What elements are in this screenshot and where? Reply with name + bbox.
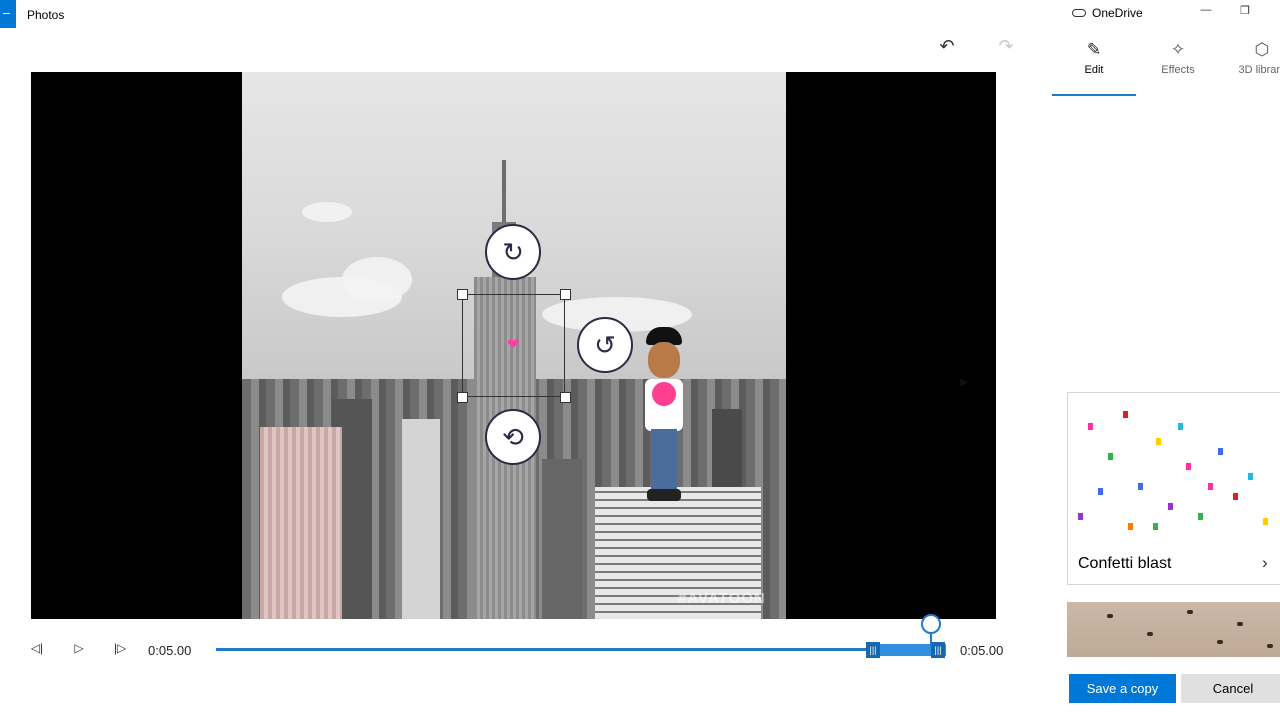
avatar-head [648,342,680,378]
confetti-piece [1128,523,1133,530]
current-time: 0:05.00 [148,643,192,658]
particle [1267,644,1273,648]
end-time: 0:05.00 [960,643,1004,658]
app-title: Photos [27,8,65,22]
building-spire [502,160,506,230]
particle [1147,632,1153,636]
tab-label: Edit [1084,64,1104,76]
confetti-piece [1248,473,1253,480]
save-copy-button[interactable]: Save a copy [1069,674,1176,703]
building [260,427,342,619]
play-button[interactable]: ▷ [71,641,87,659]
tab-label: Effects [1161,64,1195,76]
confetti-piece [1123,411,1128,418]
confetti-piece [1218,448,1223,455]
effect-card-confetti[interactable]: Confetti blast › [1067,392,1280,585]
cloud [302,202,352,222]
cloud [342,257,412,302]
scrubber-pin [930,633,933,647]
restore-icon: ❐ [1240,5,1250,17]
step-forward-icon: |▷ [113,641,127,655]
redo-button[interactable]: ↷ [993,34,1019,58]
resize-handle[interactable] [560,392,571,403]
rotate-3d-control[interactable]: ↻ [485,224,541,280]
title-bar: Photos [0,0,1052,30]
previous-frame-button[interactable]: ◁| [29,641,45,659]
undo-button[interactable]: ↶ [934,34,960,58]
photos-app: Photos ↶ ↷ #AVATOON ↻ ↺ ⟲ ❤ ◁| ▷ |▷ 0:05… [0,0,1280,720]
mouse-cursor-icon: ➤ [957,374,969,390]
confetti-piece [1186,463,1191,470]
playhead-scrubber[interactable] [921,614,942,634]
confetti-piece [1233,493,1238,500]
tab-edit[interactable]: ✎ Edit [1052,40,1136,76]
rotate-vertical-control[interactable]: ↺ [577,317,633,373]
effect-card-preview[interactable] [1067,602,1280,657]
sparkle-icon: ✧ [1170,40,1186,59]
confetti-piece [1208,483,1213,490]
confetti-piece [1263,518,1268,525]
active-tab-indicator [1052,94,1136,96]
confetti-piece [1178,423,1183,430]
pencil-icon: ✎ [1086,40,1102,59]
confetti-piece [1078,513,1083,520]
cancel-button[interactable]: Cancel [1181,674,1280,703]
trim-end-handle[interactable]: ||| [931,642,945,658]
rotate-horizontal-control[interactable]: ⟲ [485,409,541,465]
onedrive-account[interactable]: OneDrive [1072,6,1143,20]
video-preview[interactable]: #AVATOON ↻ ↺ ⟲ ❤ [31,72,996,619]
particle [1237,622,1243,626]
confetti-piece [1198,513,1203,520]
building [542,459,582,619]
avatar-shoes [647,489,681,501]
confetti-piece [1153,523,1158,530]
resize-handle[interactable] [457,289,468,300]
particle [1187,610,1193,614]
building [402,419,440,619]
tab-label: 3D library [1238,64,1280,76]
avatar-jeans [651,429,677,491]
confetti-piece [1108,453,1113,460]
restore-button[interactable]: ❐ [1237,4,1253,22]
particle [1107,614,1113,618]
minimize-button[interactable]: — [1198,4,1214,22]
flower-bouquet [652,382,676,406]
effects-panel: OneDrive — ❐ ✎ Edit ✧ Effects ⬡ 3D libra… [1052,0,1280,720]
undo-icon: ↶ [939,35,955,56]
cube-icon: ⬡ [1254,40,1270,59]
chevron-right-icon: › [1262,553,1268,572]
confetti-thumbnail [1068,393,1280,540]
resize-handle[interactable] [560,289,571,300]
watermark: #AVATOON [678,590,766,607]
timeline-track[interactable] [216,648,946,651]
tab-3d-library[interactable]: ⬡ 3D library [1220,40,1280,76]
back-button[interactable] [0,0,16,28]
avatar-figure [637,327,691,507]
confetti-piece [1088,423,1093,430]
redo-icon: ↷ [998,35,1014,56]
confetti-piece [1168,503,1173,510]
rotate-vertical-icon: ↺ [594,329,616,360]
play-icon: ▷ [74,641,84,655]
step-back-icon: ◁| [30,641,44,655]
trim-start-handle[interactable]: ||| [866,642,880,658]
confetti-piece [1138,483,1143,490]
rotate-horizontal-icon: ⟲ [502,421,524,452]
resize-handle[interactable] [457,392,468,403]
tab-effects[interactable]: ✧ Effects [1136,40,1220,76]
back-arrow-icon [3,13,10,14]
confetti-piece [1156,438,1161,445]
confetti-piece [1098,488,1103,495]
account-label: OneDrive [1092,6,1143,20]
next-frame-button[interactable]: |▷ [112,641,128,659]
effect-title: Confetti blast [1078,555,1172,572]
hearts-effect-icon: ❤ [507,336,520,353]
rotate-icon: ↻ [502,236,524,267]
minimize-icon: — [1200,4,1212,16]
cloud-icon [1072,9,1086,17]
particle [1217,640,1223,644]
